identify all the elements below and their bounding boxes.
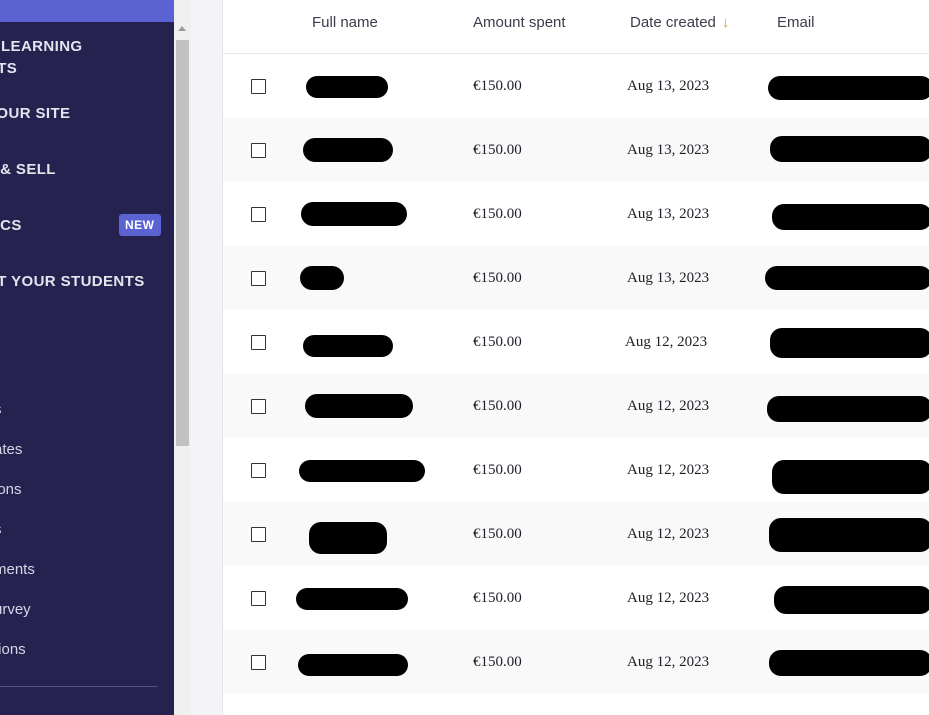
table-row[interactable]: €150.00 Aug 12, 2023	[223, 566, 929, 630]
redacted-name	[296, 588, 408, 610]
column-header-label: Date created	[630, 14, 716, 31]
column-header-full-name[interactable]: Full name	[312, 14, 378, 31]
sidebar-sub-item[interactable]: tions	[0, 641, 26, 658]
sidebar-divider	[0, 686, 158, 687]
date-created-cell: Aug 12, 2023	[627, 654, 710, 670]
column-header-date-created[interactable]: Date created ↓	[630, 14, 729, 31]
amount-spent-cell: €150.00	[473, 334, 522, 350]
table-row[interactable]: €150.00 Aug 13, 2023	[223, 118, 929, 182]
date-created-cell: Aug 13, 2023	[627, 78, 710, 94]
date-created-cell: Aug 12, 2023	[625, 334, 708, 350]
amount-spent-cell: €150.00	[473, 462, 522, 478]
row-checkbox[interactable]	[251, 591, 266, 606]
date-created-cell: Aug 13, 2023	[627, 206, 710, 222]
sidebar-sub-item[interactable]: s	[0, 521, 2, 538]
amount-spent-cell: €150.00	[473, 142, 522, 158]
sidebar-section-label: RT YOUR STUDENTS	[0, 273, 145, 290]
table-header: Full name Amount spent Date created ↓ Ema…	[223, 0, 929, 54]
sidebar-section-analytics[interactable]: TICS	[0, 215, 22, 237]
table-row[interactable]: €150.00 Aug 12, 2023	[223, 374, 929, 438]
sidebar: E LEARNING CTS YOUR SITE T & SELL TICS N…	[0, 0, 174, 715]
table-row[interactable]: €150.00 Aug 12, 2023	[223, 438, 929, 502]
amount-spent-cell: €150.00	[473, 270, 522, 286]
sidebar-section-learning-products[interactable]: E LEARNING CTS	[0, 36, 83, 80]
sidebar-section-market-sell[interactable]: T & SELL	[0, 159, 56, 181]
amount-spent-cell: €150.00	[473, 654, 522, 670]
sidebar-sub-item[interactable]: ions	[0, 481, 22, 498]
amount-spent-cell: €150.00	[473, 206, 522, 222]
sidebar-active-item[interactable]	[0, 0, 174, 22]
redacted-name	[301, 202, 407, 226]
redacted-name	[309, 522, 387, 554]
amount-spent-cell: €150.00	[473, 590, 522, 606]
redacted-email	[765, 266, 929, 290]
row-checkbox[interactable]	[251, 143, 266, 158]
redacted-email	[770, 136, 929, 162]
row-checkbox[interactable]	[251, 79, 266, 94]
sidebar-sub-item[interactable]: ments	[0, 561, 35, 578]
redacted-email	[772, 460, 929, 494]
sidebar-section-label: TICS	[0, 217, 22, 234]
redacted-email	[774, 586, 929, 614]
sidebar-sub-item[interactable]: ates	[0, 441, 22, 458]
table-row[interactable]: €150.00 Aug 13, 2023	[223, 54, 929, 118]
row-checkbox[interactable]	[251, 399, 266, 414]
sidebar-section-label: CTS	[0, 60, 18, 77]
arrow-down-icon[interactable]: ↓	[722, 14, 730, 31]
new-badge: NEW	[119, 214, 161, 236]
sidebar-section-label: YOUR SITE	[0, 105, 71, 122]
redacted-name	[299, 460, 425, 482]
redacted-name	[298, 654, 408, 676]
table-row[interactable]: €150.00 Aug 12, 2023	[223, 630, 929, 694]
redacted-name	[303, 138, 393, 162]
redacted-email	[767, 396, 929, 422]
sidebar-sub-item[interactable]: urvey	[0, 601, 31, 618]
row-checkbox[interactable]	[251, 655, 266, 670]
amount-spent-cell: €150.00	[473, 398, 522, 414]
row-checkbox[interactable]	[251, 207, 266, 222]
table-row[interactable]: €150.00 Aug 13, 2023	[223, 246, 929, 310]
column-header-email[interactable]: Email	[777, 14, 815, 31]
sidebar-section-label: E LEARNING	[0, 38, 83, 55]
row-checkbox[interactable]	[251, 335, 266, 350]
row-checkbox[interactable]	[251, 527, 266, 542]
redacted-email	[769, 650, 929, 676]
redacted-name	[303, 335, 393, 357]
table-row[interactable]: €150.00 Aug 13, 2023	[223, 182, 929, 246]
scroll-up-arrow-icon[interactable]	[178, 26, 186, 31]
redacted-email	[770, 328, 929, 358]
amount-spent-cell: €150.00	[473, 78, 522, 94]
date-created-cell: Aug 13, 2023	[627, 142, 710, 158]
date-created-cell: Aug 13, 2023	[627, 270, 710, 286]
date-created-cell: Aug 12, 2023	[627, 526, 710, 542]
customers-table: Full name Amount spent Date created ↓ Ema…	[222, 0, 929, 715]
row-checkbox[interactable]	[251, 463, 266, 478]
sidebar-scrollbar[interactable]	[174, 0, 191, 715]
date-created-cell: Aug 12, 2023	[627, 398, 710, 414]
sidebar-section-support-students[interactable]: RT YOUR STUDENTS	[0, 271, 145, 293]
redacted-name	[305, 394, 413, 418]
amount-spent-cell: €150.00	[473, 526, 522, 542]
table-row[interactable]: €150.00 Aug 12, 2023	[223, 502, 929, 566]
row-checkbox[interactable]	[251, 271, 266, 286]
scrollbar-thumb[interactable]	[176, 40, 189, 446]
date-created-cell: Aug 12, 2023	[627, 590, 710, 606]
content-gutter	[191, 0, 222, 715]
redacted-email	[768, 76, 929, 100]
redacted-name	[300, 266, 344, 290]
sidebar-sub-item[interactable]: s	[0, 401, 2, 418]
sidebar-section-your-site[interactable]: YOUR SITE	[0, 103, 70, 125]
sidebar-section-label: T & SELL	[0, 161, 56, 178]
table-footer-space	[223, 694, 929, 715]
date-created-cell: Aug 12, 2023	[627, 462, 710, 478]
redacted-email	[772, 204, 929, 230]
redacted-name	[306, 76, 388, 98]
table-row[interactable]: €150.00 Aug 12, 2023	[223, 310, 929, 374]
column-header-amount-spent[interactable]: Amount spent	[473, 14, 566, 31]
redacted-email	[769, 518, 929, 552]
